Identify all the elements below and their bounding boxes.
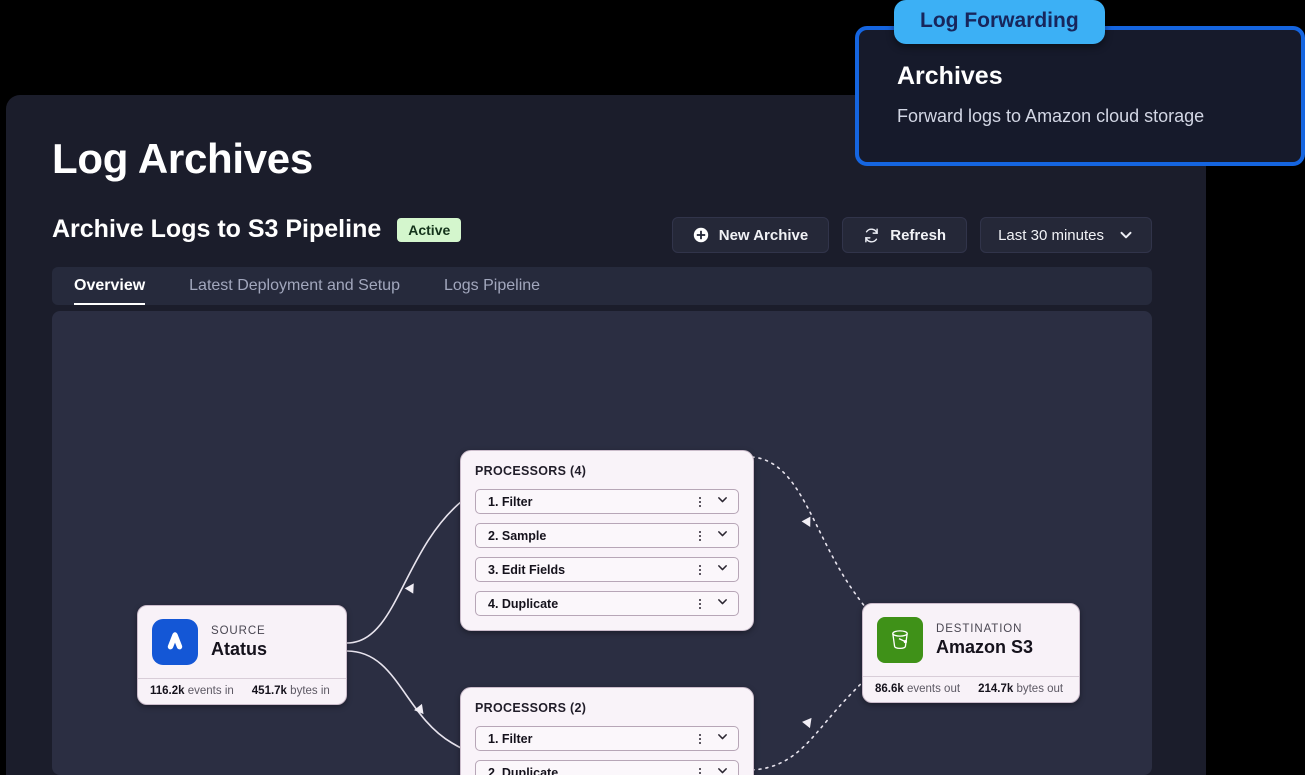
source-stat-bytes: 451.7k bytes in [251, 685, 330, 697]
destination-node-name: Amazon S3 [936, 636, 1034, 657]
destination-node-kind: DESTINATION [936, 622, 1023, 635]
processor-label: 4. Duplicate [488, 596, 559, 611]
destination-node-text: DESTINATION Amazon S3 [936, 623, 1033, 658]
source-node-name: Atatus [211, 638, 268, 659]
amazon-s3-bucket-icon [877, 617, 923, 663]
chevron-down-icon[interactable] [716, 527, 729, 545]
kebab-menu-icon[interactable] [694, 564, 706, 575]
kebab-menu-icon[interactable] [694, 496, 706, 507]
source-node[interactable]: SOURCE Atatus 116.2k events in 451.7k by… [137, 605, 347, 705]
tab-overview[interactable]: Overview [52, 267, 167, 305]
tab-bar: Overview Latest Deployment and Setup Log… [52, 267, 1152, 305]
chevron-down-icon[interactable] [716, 764, 729, 775]
destination-stat-events: 86.6k events out [875, 683, 961, 695]
pipeline-header: Archive Logs to S3 Pipeline Active [52, 215, 462, 244]
destination-node-main: DESTINATION Amazon S3 [863, 604, 1079, 676]
pipeline-canvas[interactable]: SOURCE Atatus 116.2k events in 451.7k by… [52, 311, 1152, 775]
chevron-down-icon[interactable] [716, 595, 729, 613]
new-archive-label: New Archive [718, 226, 809, 244]
processor-label: 3. Edit Fields [488, 562, 566, 577]
source-node-kind: SOURCE [211, 624, 266, 637]
processors-card-1[interactable]: PROCESSORS (4) 1. Filter 2. Sample 3. Ed… [460, 450, 754, 631]
plus-circle-icon [693, 227, 709, 243]
processor-row[interactable]: 3. Edit Fields [475, 557, 739, 582]
processor-label: 2. Sample [488, 528, 547, 543]
kebab-menu-icon[interactable] [694, 598, 706, 609]
destination-stat-bytes: 214.7k bytes out [978, 683, 1064, 695]
new-archive-button[interactable]: New Archive [671, 217, 830, 253]
source-node-text: SOURCE Atatus [211, 625, 267, 660]
source-node-main: SOURCE Atatus [138, 606, 346, 678]
processor-row[interactable]: 4. Duplicate [475, 591, 739, 616]
processor-row[interactable]: 2. Sample [475, 523, 739, 548]
tab-latest-deployment-and-setup[interactable]: Latest Deployment and Setup [167, 267, 422, 305]
chevron-down-icon[interactable] [716, 561, 729, 579]
chevron-down-icon[interactable] [716, 730, 729, 748]
processor-row[interactable]: 1. Filter [475, 726, 739, 751]
atatus-logo-icon [152, 619, 198, 665]
processor-row[interactable]: 2. Duplicate [475, 760, 739, 775]
app-panel: Log Archives Archive Logs to S3 Pipeline… [6, 95, 1206, 775]
refresh-button[interactable]: Refresh [842, 217, 968, 253]
page-title: Log Archives [52, 135, 313, 182]
destination-node[interactable]: DESTINATION Amazon S3 86.6k events out 2… [862, 603, 1080, 703]
source-stat-events: 116.2k events in [150, 685, 234, 697]
time-range-selector[interactable]: Last 30 minutes [980, 217, 1152, 253]
tab-logs-pipeline[interactable]: Logs Pipeline [422, 267, 562, 305]
kebab-menu-icon[interactable] [694, 530, 706, 541]
chevron-down-icon[interactable] [716, 493, 729, 511]
status-badge: Active [397, 217, 462, 242]
processors-card-1-title: PROCESSORS (4) [475, 464, 587, 478]
processors-card-2-title: PROCESSORS (2) [475, 701, 587, 715]
processor-label: 1. Filter [488, 494, 533, 509]
callout-title: Archives [897, 62, 1003, 90]
processors-card-2[interactable]: PROCESSORS (2) 1. Filter 2. Duplicate [460, 687, 754, 775]
processor-label: 1. Filter [488, 731, 533, 746]
refresh-label: Refresh [890, 226, 947, 244]
callout-subtitle: Forward logs to Amazon cloud storage [897, 106, 1205, 126]
toolbar: New Archive Refresh Last 30 minutes [671, 217, 1152, 253]
processor-row[interactable]: 1. Filter [475, 489, 739, 514]
chevron-down-icon [1118, 227, 1134, 243]
callout-panel: Archives Forward logs to Amazon cloud st… [855, 26, 1305, 166]
source-node-stats: 116.2k events in 451.7k bytes in [138, 678, 346, 704]
screen: Log Archives Archive Logs to S3 Pipeline… [0, 0, 1305, 775]
destination-node-stats: 86.6k events out 214.7k bytes out [863, 676, 1079, 702]
processor-label: 2. Duplicate [488, 765, 559, 775]
time-range-label: Last 30 minutes [998, 226, 1104, 244]
refresh-icon [863, 227, 880, 244]
kebab-menu-icon[interactable] [694, 767, 706, 775]
callout-pill-label: Log Forwarding [894, 0, 1105, 44]
pipeline-name: Archive Logs to S3 Pipeline [52, 215, 382, 243]
kebab-menu-icon[interactable] [694, 733, 706, 744]
